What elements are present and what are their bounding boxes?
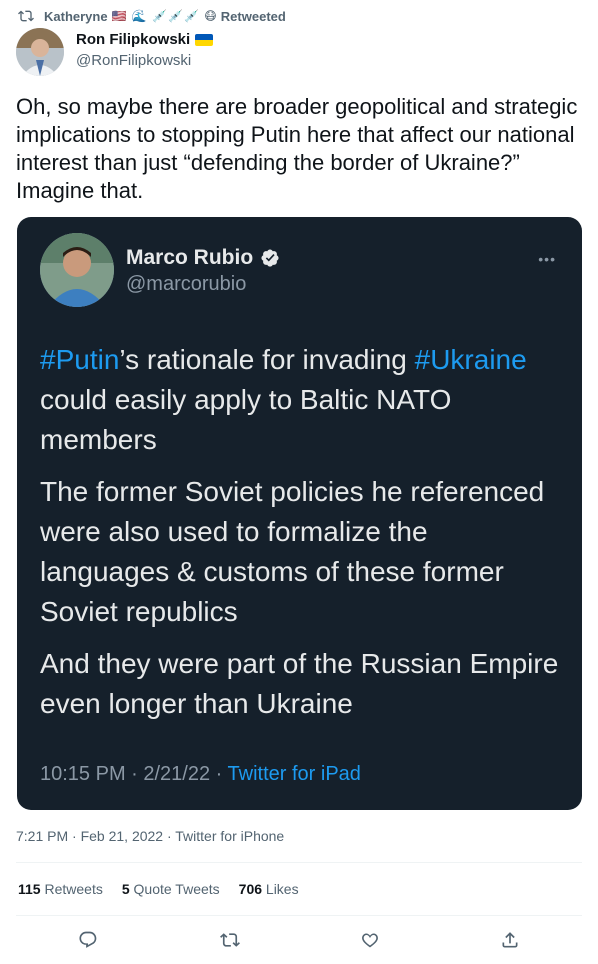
tweet-text: Oh, so maybe there are broader geopoliti… [16, 94, 578, 203]
likes-label: Likes [262, 881, 299, 897]
author-name[interactable]: Ron Filipkowski [76, 31, 190, 48]
embedded-name-row: Marco Rubio [126, 246, 280, 270]
author-avatar[interactable] [16, 28, 64, 76]
author-name-row[interactable]: Ron Filipkowski [76, 31, 214, 48]
likes-stat[interactable]: 706 Likes [239, 881, 299, 897]
divider [16, 862, 582, 863]
tweet-stats: 115 Retweets 5 Quote Tweets 706 Likes [18, 881, 318, 897]
quote-tweets-count: 5 [121, 881, 130, 897]
embedded-source: Twitter for iPad [227, 763, 361, 785]
embedded-image[interactable]: Marco Rubio @marcorubio ••• #Putin’s rat… [17, 217, 582, 810]
retweets-label: Retweets [40, 881, 103, 897]
hashtag-ukraine: #Ukraine [414, 344, 527, 375]
retweeter-emoji: 🇺🇸 🌊 💉💉💉 😷 [111, 9, 218, 23]
retweets-count: 115 [18, 881, 41, 897]
quote-tweets-label: Quote Tweets [129, 881, 220, 897]
reply-icon[interactable] [78, 930, 100, 952]
action-bar [0, 928, 598, 956]
embedded-paragraph-2: The former Soviet policies he referenced… [40, 476, 545, 627]
embedded-author-name: Marco Rubio [126, 246, 254, 269]
embedded-handle: @marcorubio [126, 273, 247, 295]
embedded-avatar [40, 233, 114, 307]
retweeter-name[interactable]: Katheryne [44, 9, 108, 24]
embedded-text-segment: could easily apply to Baltic NATO member… [40, 384, 452, 455]
like-icon[interactable] [360, 930, 382, 952]
embedded-time: 10:15 PM · 2/21/22 · [40, 763, 228, 785]
retweet-icon [18, 10, 34, 22]
embedded-timestamp: 10:15 PM · 2/21/22 · Twitter for iPad [40, 763, 361, 786]
quote-tweets-stat[interactable]: 5 Quote Tweets [122, 881, 220, 897]
retweeted-label: Retweeted [220, 8, 286, 24]
verified-badge-icon [261, 249, 279, 267]
retweets-stat[interactable]: 115 Retweets [18, 881, 103, 897]
embedded-text-segment: ’s rationale for invading [119, 344, 415, 375]
ukraine-flag-icon [195, 33, 214, 46]
share-icon[interactable] [500, 930, 522, 952]
retweet-header: Katheryne 🇺🇸 🌊 💉💉💉 😷 Retweeted [18, 7, 286, 25]
retweet-button-icon[interactable] [220, 930, 242, 952]
embedded-paragraph-1: #Putin’s rationale for invading #Ukraine… [40, 340, 560, 460]
embedded-paragraph-3: And they were part of the Russian Empire… [40, 648, 559, 719]
embedded-tweet-body: #Putin’s rationale for invading #Ukraine… [40, 340, 560, 736]
more-options-icon: ••• [538, 251, 556, 267]
author-handle[interactable]: @RonFilipkowski [76, 52, 191, 69]
tweet-timestamp[interactable]: 7:21 PM · Feb 21, 2022 · Twitter for iPh… [16, 828, 284, 844]
hashtag-putin: #Putin [40, 344, 120, 375]
likes-count: 706 [238, 881, 263, 897]
divider [16, 915, 582, 916]
